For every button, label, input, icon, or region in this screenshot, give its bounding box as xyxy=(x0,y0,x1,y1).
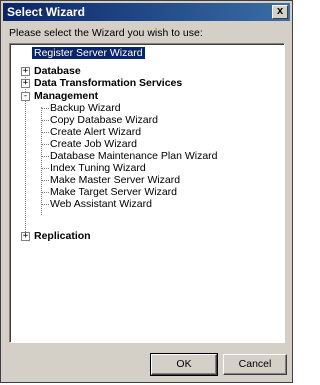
tree-item-label: Data Transformation Services xyxy=(34,77,183,89)
tree-item-maintenance-plan-wizard[interactable]: Database Maintenance Plan Wizard xyxy=(48,150,220,162)
tree-item-index-tuning-wizard[interactable]: Index Tuning Wizard xyxy=(48,162,148,174)
close-icon: x xyxy=(276,5,284,17)
tree-item-label: Index Tuning Wizard xyxy=(50,162,146,174)
tree-item-make-master-server-wizard[interactable]: Make Master Server Wizard xyxy=(48,174,182,186)
tree-item-register-server-wizard[interactable]: Register Server Wizard xyxy=(32,47,145,59)
window-title: Select Wizard xyxy=(7,5,85,19)
tree-connector xyxy=(41,107,42,215)
ok-button[interactable]: OK xyxy=(150,353,218,376)
tree-item-label: Create Alert Wizard xyxy=(50,126,142,138)
tree-item-label: Web Assistant Wizard xyxy=(50,198,152,210)
tree-item-replication[interactable]: Replication xyxy=(32,230,93,242)
tree-item-label: Create Job Wizard xyxy=(50,138,137,150)
tree-item-backup-wizard[interactable]: Backup Wizard xyxy=(48,102,123,114)
tree-item-label: Database xyxy=(34,65,81,77)
tree-item-label: Make Master Server Wizard xyxy=(50,174,181,186)
tree-item-web-assistant-wizard[interactable]: Web Assistant Wizard xyxy=(48,198,154,210)
tree-item-database[interactable]: Database xyxy=(32,65,83,77)
instruction-text: Please select the Wizard you wish to use… xyxy=(9,27,203,39)
close-button[interactable]: x xyxy=(272,5,288,19)
title-bar[interactable]: Select Wizard x xyxy=(3,3,290,21)
tree-item-label: Database Maintenance Plan Wizard xyxy=(50,150,218,162)
tree-item-make-target-server-wizard[interactable]: Make Target Server Wizard xyxy=(48,186,179,198)
select-wizard-dialog: Select Wizard x Please select the Wizard… xyxy=(0,0,293,383)
wizard-tree[interactable]: Register Server Wizard + Database + Data… xyxy=(9,43,285,343)
tree-item-create-alert-wizard[interactable]: Create Alert Wizard xyxy=(48,126,143,138)
tree-item-create-job-wizard[interactable]: Create Job Wizard xyxy=(48,138,139,150)
cancel-button[interactable]: Cancel xyxy=(223,354,287,375)
tree-item-label: Management xyxy=(34,90,99,102)
expand-database-icon[interactable]: + xyxy=(21,67,30,76)
tree-item-management[interactable]: Management xyxy=(32,90,100,102)
expand-dts-icon[interactable]: + xyxy=(21,79,30,88)
tree-item-data-transformation-services[interactable]: Data Transformation Services xyxy=(32,77,184,89)
tree-item-copy-database-wizard[interactable]: Copy Database Wizard xyxy=(48,114,160,126)
expand-replication-icon[interactable]: + xyxy=(21,232,30,241)
tree-item-label: Make Target Server Wizard xyxy=(50,186,178,198)
collapse-management-icon[interactable]: - xyxy=(21,92,30,101)
tree-item-label: Backup Wizard xyxy=(50,102,121,114)
tree-item-label: Copy Database Wizard xyxy=(50,114,158,126)
tree-item-label: Replication xyxy=(34,230,91,242)
tree-item-label: Register Server Wizard xyxy=(32,47,145,59)
